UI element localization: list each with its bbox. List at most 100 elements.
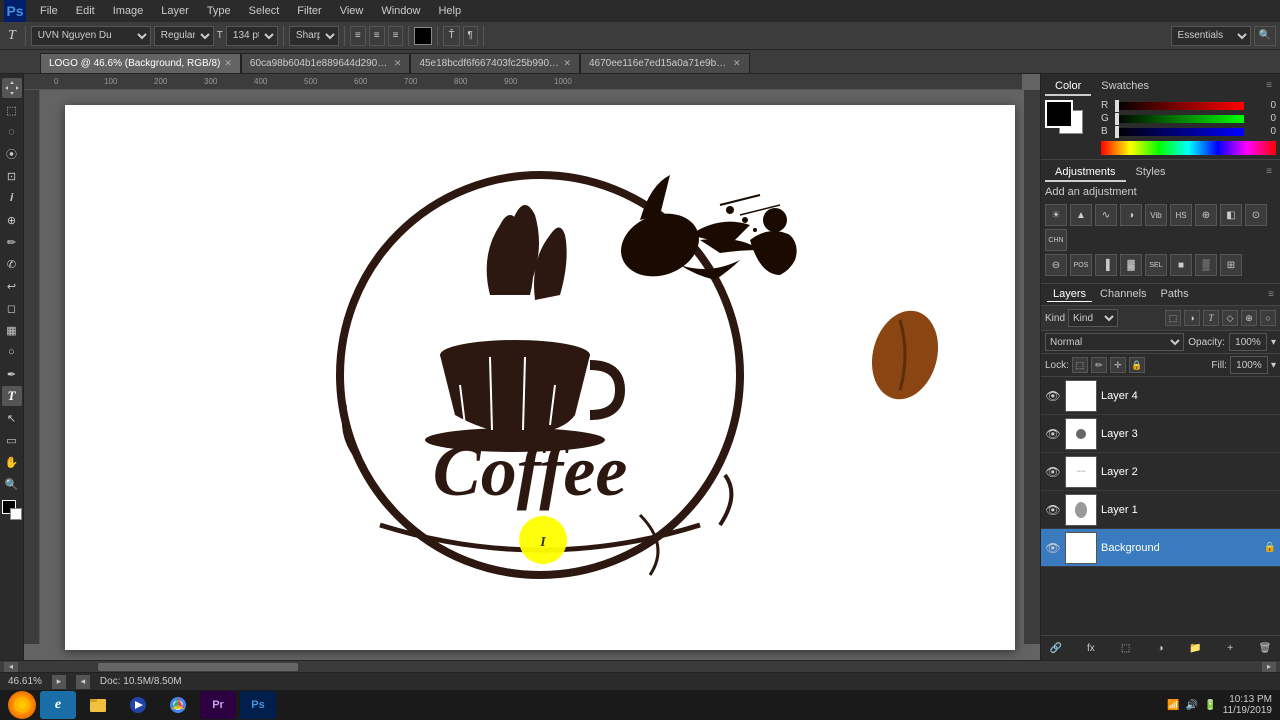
posterize-button[interactable]: POS bbox=[1070, 254, 1092, 276]
invert-button[interactable]: ⊖ bbox=[1045, 254, 1067, 276]
start-button[interactable] bbox=[8, 691, 36, 719]
align-left-button[interactable]: ≡ bbox=[350, 26, 366, 46]
fill-arrow[interactable]: ▾ bbox=[1271, 360, 1276, 371]
layer-2-visibility[interactable]: 👁 bbox=[1045, 464, 1061, 480]
filter-toggle[interactable]: ○ bbox=[1260, 310, 1276, 326]
layer-style-button[interactable]: fx bbox=[1082, 639, 1100, 657]
zoom-back-button[interactable]: ◂ bbox=[76, 675, 90, 689]
anti-alias-select[interactable]: Sharp bbox=[289, 26, 339, 46]
filter-shape-button[interactable]: ◇ bbox=[1222, 310, 1238, 326]
text-color-swatch[interactable] bbox=[414, 27, 432, 45]
menu-view[interactable]: View bbox=[332, 3, 372, 19]
gradient-tool[interactable]: ▦ bbox=[2, 320, 22, 340]
tab-swatches[interactable]: Swatches bbox=[1091, 78, 1159, 96]
photofilter-button[interactable]: ⊙ bbox=[1245, 204, 1267, 226]
layer-3-visibility[interactable]: 👁 bbox=[1045, 426, 1061, 442]
layers-tab-paths[interactable]: Paths bbox=[1155, 287, 1195, 302]
menu-layer[interactable]: Layer bbox=[153, 3, 197, 19]
lock-all-button[interactable]: 🔒 bbox=[1129, 357, 1145, 373]
levels-button[interactable]: ▲ bbox=[1070, 204, 1092, 226]
menu-file[interactable]: File bbox=[32, 3, 66, 19]
scroll-thumb[interactable] bbox=[98, 663, 298, 671]
lock-pixels-button[interactable]: ✏ bbox=[1091, 357, 1107, 373]
scroll-left-button[interactable]: ◂ bbox=[4, 662, 18, 672]
adjustments-panel-menu[interactable]: ≡ bbox=[1262, 164, 1276, 182]
threshold-button[interactable]: ▐ bbox=[1095, 254, 1117, 276]
selectivecolor-button[interactable]: SEL bbox=[1145, 254, 1167, 276]
font-size-select[interactable]: 134 pt bbox=[226, 26, 278, 46]
scrollbar-vertical[interactable] bbox=[1024, 90, 1040, 644]
color-panel-menu[interactable]: ≡ bbox=[1262, 78, 1276, 96]
adjustment-layer-button[interactable]: ◑ bbox=[1151, 639, 1169, 657]
lock-position-button[interactable]: ✛ bbox=[1110, 357, 1126, 373]
menu-type[interactable]: Type bbox=[199, 3, 239, 19]
rectangle-shape-tool[interactable]: ▭ bbox=[2, 430, 22, 450]
layers-tab-layers[interactable]: Layers bbox=[1047, 287, 1092, 302]
brightness-contrast-button[interactable]: ☀ bbox=[1045, 204, 1067, 226]
tab-logo-close[interactable]: ✕ bbox=[224, 58, 232, 69]
layers-tab-channels[interactable]: Channels bbox=[1094, 287, 1152, 302]
menu-window[interactable]: Window bbox=[373, 3, 428, 19]
tab-3-close[interactable]: ✕ bbox=[563, 58, 571, 69]
warp-text-button[interactable]: T̂ bbox=[443, 26, 459, 46]
delete-layer-button[interactable]: 🗑 bbox=[1256, 639, 1274, 657]
tab-2[interactable]: 60ca98b604b1e889644d2904178a6d96.jpg ✕ bbox=[241, 53, 411, 73]
chrome-taskbar-icon[interactable] bbox=[160, 691, 196, 719]
zoom-info-button[interactable]: ▸ bbox=[52, 675, 66, 689]
workspace-select[interactable]: Essentials bbox=[1171, 26, 1251, 46]
b-thumb[interactable] bbox=[1115, 126, 1119, 138]
opacity-input[interactable]: 100% bbox=[1229, 333, 1267, 351]
align-right-button[interactable]: ≡ bbox=[388, 26, 404, 46]
background-color[interactable] bbox=[10, 508, 22, 520]
menu-select[interactable]: Select bbox=[241, 3, 288, 19]
link-layers-button[interactable]: 🔗 bbox=[1047, 639, 1065, 657]
quick-select-tool[interactable]: ⦿ bbox=[2, 144, 22, 164]
brush-tool[interactable]: ✏ bbox=[2, 232, 22, 252]
filter-type-button[interactable]: T bbox=[1203, 310, 1219, 326]
fill-input[interactable]: 100% bbox=[1230, 356, 1268, 374]
filter-type-select[interactable]: Kind bbox=[1068, 309, 1118, 327]
zoom-tool[interactable]: 🔍 bbox=[2, 474, 22, 494]
filter-pixel-button[interactable]: ⬚ bbox=[1165, 310, 1181, 326]
blackwhite-button[interactable]: ◧ bbox=[1220, 204, 1242, 226]
layer-item-4[interactable]: 👁 Layer 4 bbox=[1041, 377, 1280, 415]
canvas[interactable]: Coffee bbox=[65, 105, 1015, 650]
menu-filter[interactable]: Filter bbox=[289, 3, 329, 19]
tab-4[interactable]: 4670ee116e7ed15a0a71e9b6c73999a6.jpg ✕ bbox=[580, 53, 750, 73]
hsl-button[interactable]: HS bbox=[1170, 204, 1192, 226]
pen-tool[interactable]: ✒ bbox=[2, 364, 22, 384]
lasso-tool[interactable]: ◌ bbox=[2, 122, 22, 142]
layer-item-1[interactable]: 👁 Layer 1 bbox=[1041, 491, 1280, 529]
fg-bg-colors[interactable] bbox=[2, 500, 22, 520]
spectrum-bar[interactable] bbox=[1101, 141, 1276, 155]
eraser-tool[interactable]: ◻ bbox=[2, 298, 22, 318]
solidcolor-button[interactable]: ■ bbox=[1170, 254, 1192, 276]
photoshop-taskbar-icon[interactable]: Ps bbox=[240, 691, 276, 719]
group-layers-button[interactable]: 📁 bbox=[1186, 639, 1204, 657]
filter-adj-button[interactable]: ◑ bbox=[1184, 310, 1200, 326]
layer-mask-button[interactable]: ⬚ bbox=[1117, 639, 1135, 657]
spot-healing-tool[interactable]: ⊕ bbox=[2, 210, 22, 230]
tab-2-close[interactable]: ✕ bbox=[394, 58, 402, 69]
menu-help[interactable]: Help bbox=[430, 3, 469, 19]
opacity-arrow[interactable]: ▾ bbox=[1271, 337, 1276, 348]
hand-tool[interactable]: ✋ bbox=[2, 452, 22, 472]
new-layer-button[interactable]: + bbox=[1221, 639, 1239, 657]
vibrance-button[interactable]: Vib bbox=[1145, 204, 1167, 226]
tab-color[interactable]: Color bbox=[1045, 78, 1091, 96]
font-style-select[interactable]: Regular bbox=[154, 26, 214, 46]
scrollbar-horizontal[interactable]: ◂ ▸ bbox=[0, 660, 1280, 672]
menu-edit[interactable]: Edit bbox=[68, 3, 103, 19]
filter-smart-button[interactable]: ⊕ bbox=[1241, 310, 1257, 326]
g-thumb[interactable] bbox=[1115, 113, 1119, 125]
exposure-button[interactable]: ◑ bbox=[1120, 204, 1142, 226]
scroll-right-button[interactable]: ▸ bbox=[1262, 662, 1276, 672]
tab-3[interactable]: 45e18bcdf6f667403fc25b9904f10c44.jpg ...… bbox=[410, 53, 580, 73]
search-button[interactable]: 🔍 bbox=[1254, 26, 1276, 46]
explorer-taskbar-icon[interactable] bbox=[80, 691, 116, 719]
tab-4-close[interactable]: ✕ bbox=[733, 58, 741, 69]
layers-panel-menu[interactable]: ≡ bbox=[1268, 289, 1274, 300]
foreground-swatch[interactable] bbox=[1045, 100, 1073, 128]
pattern-fill-button[interactable]: ⊞ bbox=[1220, 254, 1242, 276]
layer-item-bg[interactable]: 👁 Background 🔒 bbox=[1041, 529, 1280, 567]
